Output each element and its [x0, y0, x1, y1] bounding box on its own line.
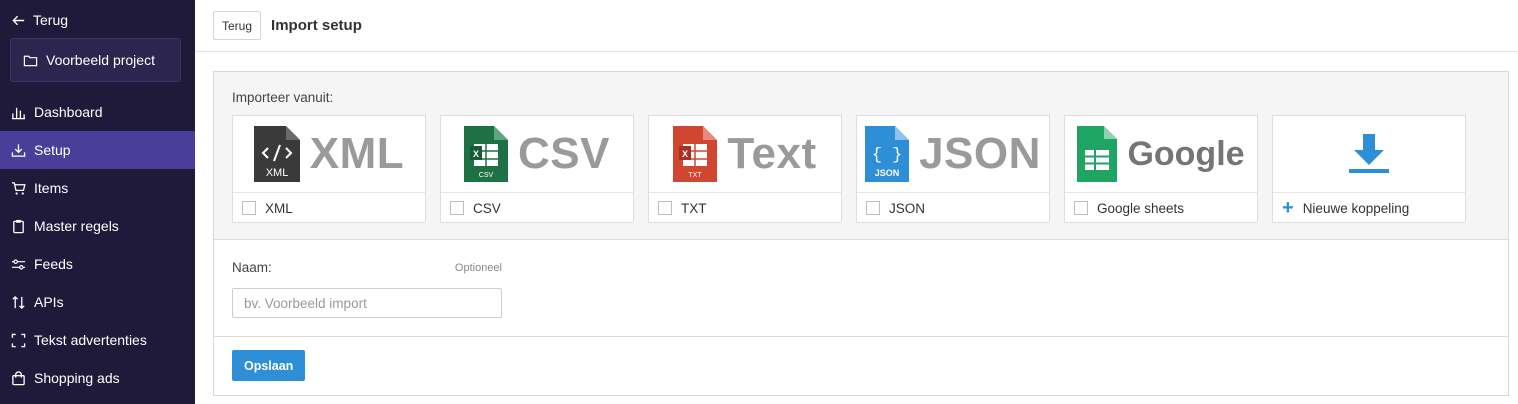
source-option-txt[interactable]: TXT	[649, 193, 841, 223]
google-sheets-icon	[1077, 126, 1118, 182]
download-icon	[1349, 134, 1389, 173]
json-logo-text: JSON	[919, 129, 1041, 178]
source-card-txt[interactable]: X TXT Text TXT	[648, 115, 842, 223]
import-label: Importeer vanuit:	[232, 90, 334, 105]
page-title: Import setup	[271, 17, 362, 34]
txt-file-label: TXT	[689, 172, 703, 179]
source-option-new-connection[interactable]: + Nieuwe koppeling	[1273, 193, 1465, 223]
json-file-label: JSON	[875, 168, 900, 178]
sidebar-item-dashboard[interactable]: Dashboard	[0, 93, 195, 131]
source-option-xml[interactable]: XML	[233, 193, 425, 223]
sidebar-item-feeds[interactable]: Feeds	[0, 245, 195, 283]
source-card-xml[interactable]: XML XML XML	[232, 115, 426, 223]
import-name-form: Naam: Optioneel	[232, 260, 502, 318]
source-label: Nieuwe koppeling	[1302, 200, 1410, 216]
source-label: Google sheets	[1097, 200, 1185, 216]
plus-icon: +	[1282, 197, 1294, 219]
sidebar-item-apis[interactable]: APIs	[0, 283, 195, 321]
txt-file-icon: X TXT	[673, 126, 718, 182]
csv-file-icon: X CSV	[464, 126, 508, 182]
import-sources-section: Importeer vanuit: XML XML XML X CSV CSV …	[214, 72, 1508, 240]
xml-file-label: XML	[265, 167, 288, 179]
sidebar-item-master-regels[interactable]: Master regels	[0, 207, 195, 245]
sidebar-item-label: Feeds	[34, 256, 73, 272]
sidebar-item-label: APIs	[34, 294, 64, 310]
source-card-csv[interactable]: X CSV CSV CSV	[440, 115, 634, 223]
clipboard-icon	[13, 219, 24, 233]
source-label: CSV	[473, 200, 501, 216]
source-card-new-connection[interactable]: + Nieuwe koppeling	[1272, 115, 1466, 223]
project-selector[interactable]: Voorbeeld project	[10, 38, 181, 82]
source-card-json[interactable]: { } JSON JSON JSON	[856, 115, 1050, 223]
source-option-google-sheets[interactable]: Google sheets	[1065, 193, 1257, 223]
sidebar-item-shopping-ads[interactable]: Shopping ads	[0, 359, 195, 397]
source-option-csv[interactable]: CSV	[441, 193, 633, 223]
xml-logo-text: XML	[309, 129, 405, 178]
frame-icon	[11, 333, 26, 347]
source-label: XML	[265, 200, 293, 216]
back-button[interactable]: Terug	[213, 11, 262, 40]
cart-icon	[11, 181, 26, 195]
arrow-left-icon	[12, 15, 25, 25]
csv-file-label: CSV	[479, 172, 494, 179]
xml-file-icon: XML	[253, 126, 300, 182]
google-logo-text: Google	[1127, 134, 1245, 173]
csv-checkbox[interactable]	[450, 201, 464, 215]
page-header: Terug Import setup	[195, 0, 1518, 52]
sidebar-item-label: Master regels	[34, 218, 119, 234]
sidebar-item-label: Items	[34, 180, 69, 196]
json-checkbox[interactable]	[866, 201, 880, 215]
xml-logo: XML XML	[233, 116, 425, 193]
bag-icon	[12, 370, 25, 385]
folder-icon	[23, 55, 38, 66]
sidebar-item-items[interactable]: Items	[0, 169, 195, 207]
import-source-cards: XML XML XML X CSV CSV CSV X TXT Text TXT…	[232, 115, 1466, 223]
name-input[interactable]	[232, 288, 502, 318]
google-logo: Google	[1065, 116, 1257, 193]
chart-icon	[11, 107, 26, 119]
sidebar-item-label: Shopping ads	[34, 370, 120, 386]
sidebar-item-label: Setup	[34, 142, 71, 158]
json-file-icon: { } JSON	[865, 126, 910, 182]
new-connection-logo	[1273, 116, 1465, 193]
source-option-json[interactable]: JSON	[857, 193, 1049, 223]
txt-logo-text: Text	[727, 129, 817, 178]
save-button[interactable]: Opslaan	[232, 350, 306, 381]
sidebar-nav: Dashboard Setup Items Master regels Feed…	[0, 93, 195, 397]
project-name: Voorbeeld project	[46, 52, 155, 68]
download-tray-icon	[11, 143, 26, 157]
csv-logo-text: CSV	[518, 129, 610, 178]
arrows-updown-icon	[12, 295, 25, 309]
name-label: Naam:	[232, 260, 272, 275]
back-link-label: Terug	[33, 12, 69, 28]
json-logo: { } JSON JSON	[857, 116, 1049, 193]
txt-checkbox[interactable]	[658, 201, 672, 215]
svg-text:X: X	[473, 149, 479, 159]
import-panel: Importeer vanuit: XML XML XML X CSV CSV …	[213, 71, 1509, 396]
xml-checkbox[interactable]	[242, 201, 256, 215]
divider	[214, 336, 1508, 337]
source-label: JSON	[889, 200, 926, 216]
sidebar-item-setup[interactable]: Setup	[0, 131, 195, 169]
sliders-icon	[11, 258, 26, 270]
svg-text:X: X	[682, 149, 688, 159]
back-link[interactable]: Terug	[11, 12, 68, 28]
sidebar-item-label: Tekst advertenties	[34, 332, 147, 348]
google-sheets-checkbox[interactable]	[1074, 201, 1088, 215]
sidebar-item-tekst-advertenties[interactable]: Tekst advertenties	[0, 321, 195, 359]
source-label: TXT	[681, 200, 707, 216]
txt-logo: X TXT Text	[649, 116, 841, 193]
svg-text:{ }: { }	[872, 146, 903, 165]
sidebar-item-label: Dashboard	[34, 104, 103, 120]
sidebar: Terug Voorbeeld project Dashboard Setup …	[0, 0, 195, 404]
optional-hint: Optioneel	[454, 261, 502, 274]
csv-logo: X CSV CSV	[441, 116, 633, 193]
source-card-google-sheets[interactable]: Google Google sheets	[1064, 115, 1258, 223]
name-label-row: Naam: Optioneel	[232, 260, 502, 275]
